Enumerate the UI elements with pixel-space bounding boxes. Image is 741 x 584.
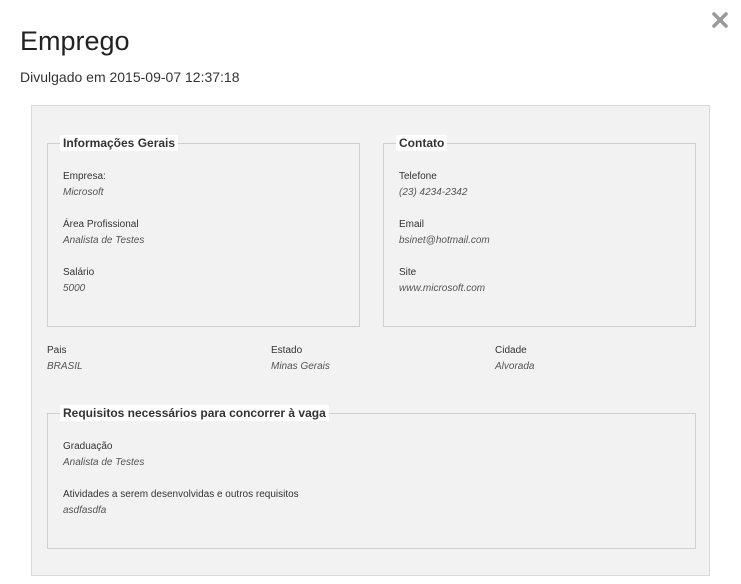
salary-field: Salário 5000 [63,266,94,295]
site-value: www.microsoft.com [399,283,486,294]
country-value: BRASIL [47,361,83,372]
general-info-legend: Informações Gerais [60,135,179,151]
state-field: Estado Minas Gerais [271,344,330,373]
requirements-legend: Requisitos necessários para concorrer à … [60,405,329,421]
salary-label: Salário [63,267,95,278]
activities-field: Atividades a serem desenvolvidas e outro… [63,488,299,517]
site-label: Site [399,267,417,278]
close-icon[interactable] [710,10,730,30]
email-field: Email bsinet@hotmail.com [399,218,490,247]
phone-label: Telefone [399,171,437,182]
job-dialog: Emprego Divulgado em 2015-09-07 12:37:18… [0,0,741,584]
page-title: Emprego [20,26,130,56]
salary-value: 5000 [63,283,86,294]
company-value: Microsoft [63,187,104,198]
requirements-section: Requisitos necessários para concorrer à … [47,405,696,549]
phone-field: Telefone (23) 4234-2342 [399,170,467,199]
city-value: Alvorada [495,361,535,372]
city-label: Cidade [495,345,527,356]
professional-area-label: Área Profissional [63,219,139,230]
job-details-panel: Informações Gerais Empresa: Microsoft Ár… [31,105,710,576]
degree-field: Graduação Analista de Testes [63,440,144,469]
contact-section: Contato Telefone (23) 4234-2342 Email bs… [383,135,696,327]
email-value: bsinet@hotmail.com [399,235,490,246]
company-label: Empresa: [63,171,106,182]
degree-value: Analista de Testes [63,457,145,468]
professional-area-field: Área Profissional Analista de Testes [63,218,144,247]
state-value: Minas Gerais [271,361,330,372]
professional-area-value: Analista de Testes [63,235,145,246]
general-info-section: Informações Gerais Empresa: Microsoft Ár… [47,135,360,327]
activities-value: asdfasdfa [63,505,107,516]
country-field: Pais BRASIL [47,344,83,373]
published-date: Divulgado em 2015-09-07 12:37:18 [20,69,240,85]
close-button[interactable] [710,10,730,30]
city-field: Cidade Alvorada [495,344,534,373]
company-field: Empresa: Microsoft [63,170,106,199]
email-label: Email [399,219,425,230]
activities-label: Atividades a serem desenvolvidas e outro… [63,489,299,500]
site-field: Site www.microsoft.com [399,266,485,295]
contact-legend: Contato [396,135,448,151]
phone-value: (23) 4234-2342 [399,187,468,198]
country-label: Pais [47,345,67,356]
state-label: Estado [271,345,303,356]
degree-label: Graduação [63,441,113,452]
